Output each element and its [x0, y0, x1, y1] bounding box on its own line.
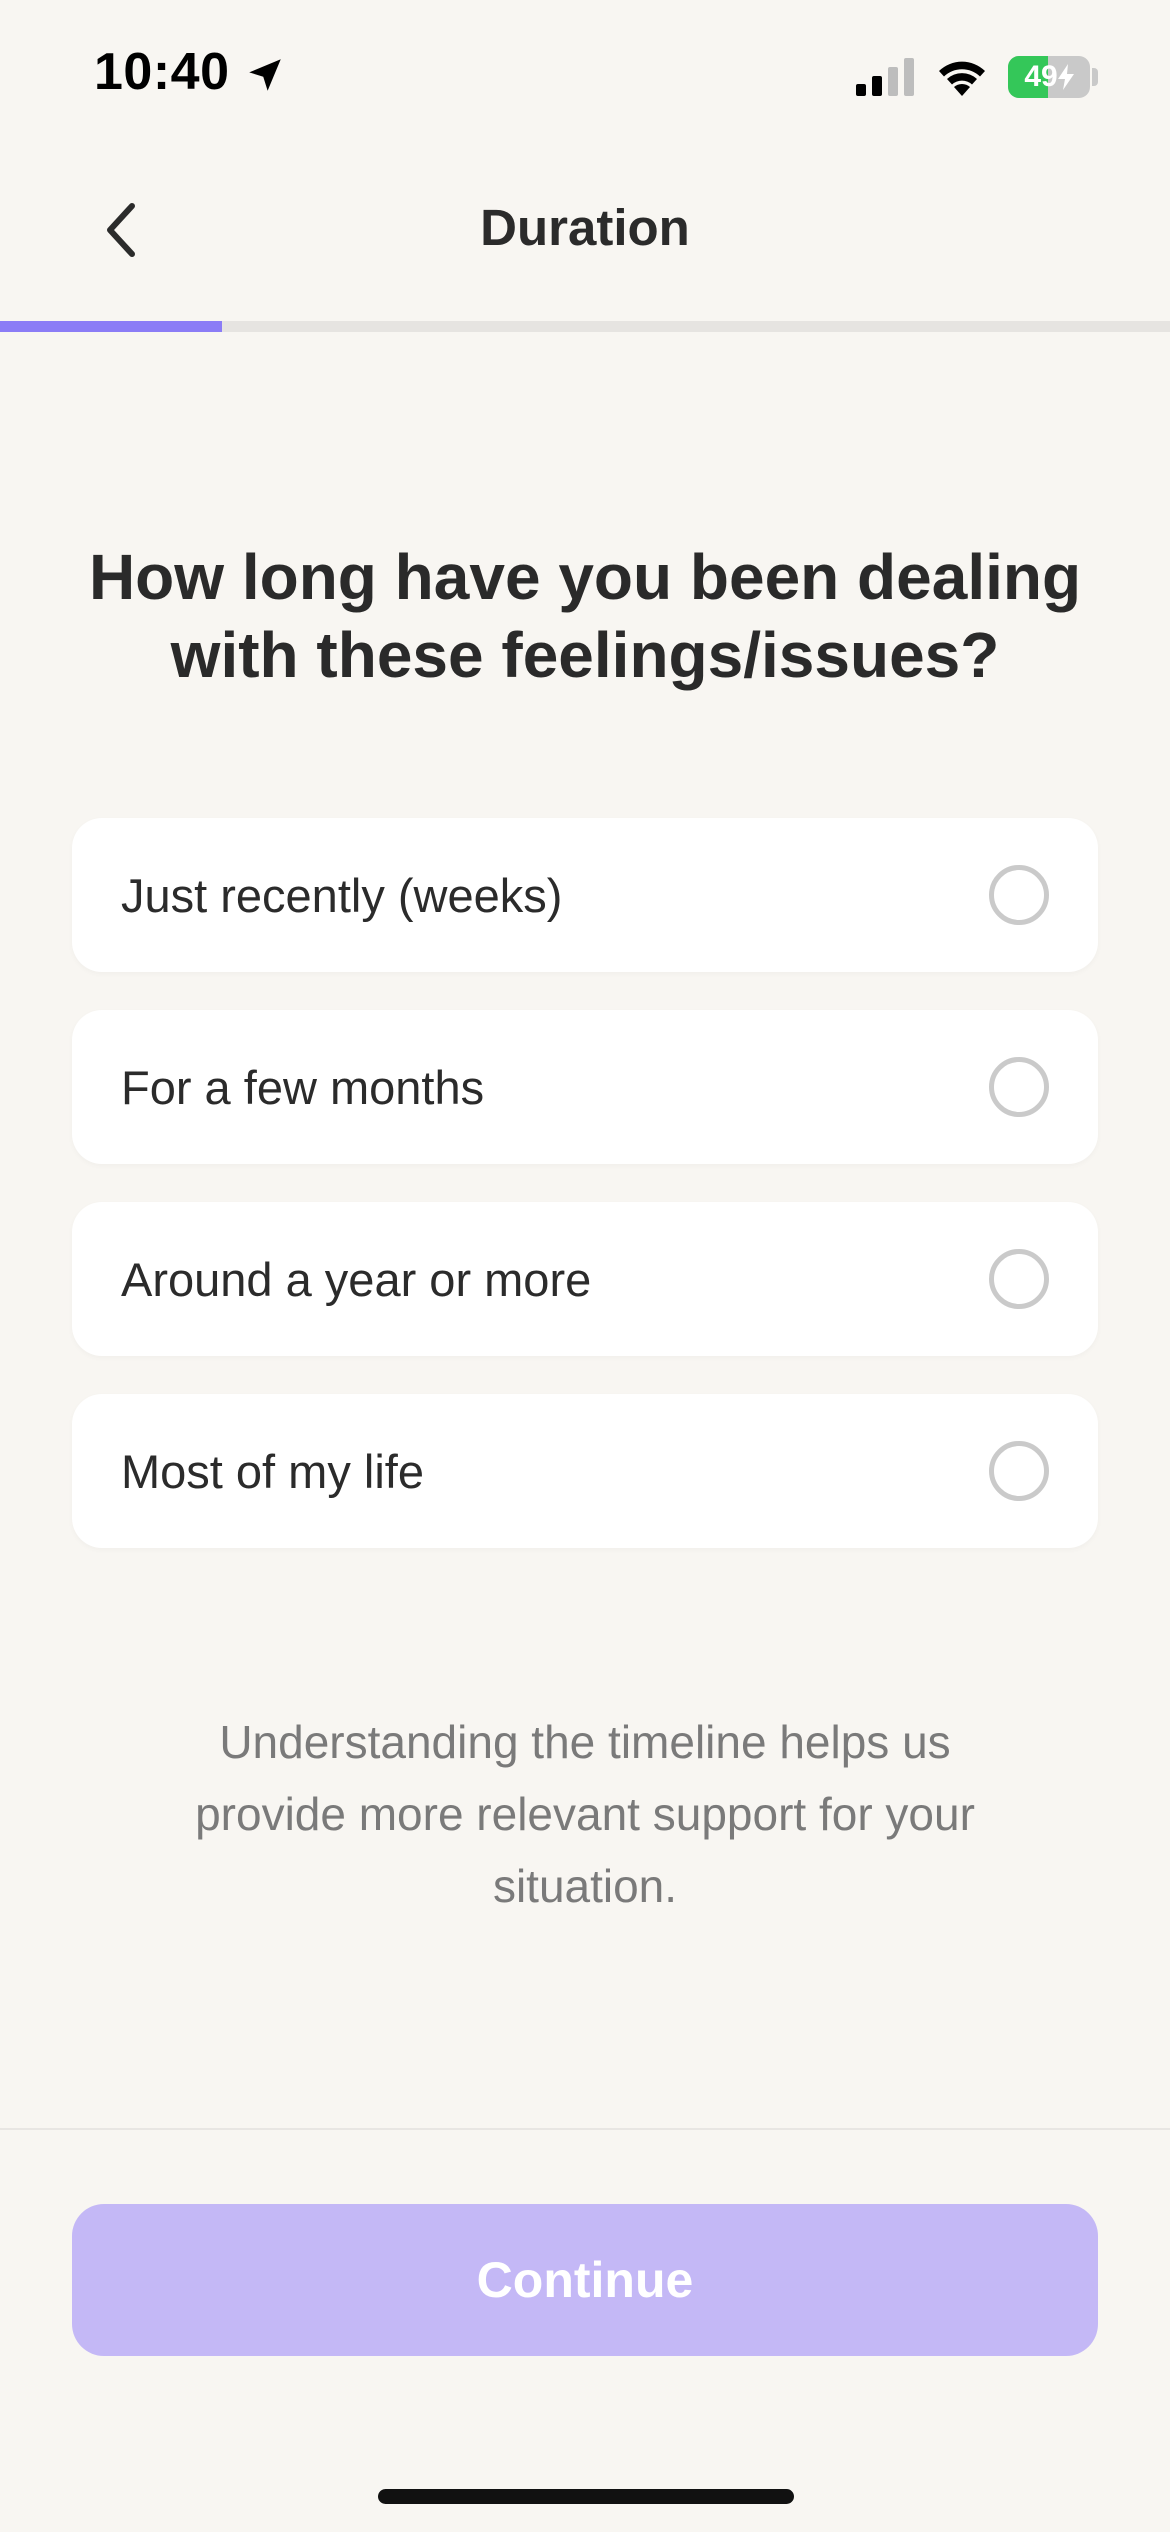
helper-text: Understanding the timeline helps us prov… [195, 1716, 975, 1912]
option-just-recently[interactable]: Just recently (weeks) [72, 818, 1098, 972]
battery-indicator: 49 [1008, 56, 1090, 98]
option-label: Just recently (weeks) [121, 868, 563, 922]
option-label: Most of my life [121, 1444, 424, 1498]
battery-nub [1092, 68, 1098, 86]
duration-screen: 10:40 49 Duration How long have you been… [0, 0, 1170, 2532]
status-bar: 10:40 49 [0, 0, 1170, 150]
question-heading: How long have you been dealing with thes… [88, 541, 1082, 691]
radio-button[interactable] [989, 1441, 1049, 1501]
progress-bar [0, 321, 1170, 332]
radio-button[interactable] [989, 1057, 1049, 1117]
battery-level: 49 [1024, 60, 1058, 93]
option-most-of-life[interactable]: Most of my life [72, 1394, 1098, 1548]
radio-button[interactable] [989, 1249, 1049, 1309]
page-title: Duration [480, 199, 690, 256]
cellular-signal-icon [856, 58, 914, 96]
option-few-months[interactable]: For a few months [72, 1010, 1098, 1164]
bolt-icon [1057, 64, 1074, 90]
home-indicator [378, 2489, 794, 2504]
continue-button[interactable]: Continue [72, 2204, 1098, 2356]
wifi-icon [939, 61, 985, 96]
options-list: Just recently (weeks) For a few months A… [72, 818, 1098, 1586]
status-time: 10:40 [94, 43, 230, 101]
option-year-or-more[interactable]: Around a year or more [72, 1202, 1098, 1356]
location-arrow-icon [249, 59, 281, 91]
footer-divider [0, 2128, 1170, 2130]
progress-fill [0, 321, 223, 332]
radio-button[interactable] [989, 865, 1049, 925]
option-label: For a few months [121, 1060, 485, 1114]
option-label: Around a year or more [121, 1252, 592, 1306]
